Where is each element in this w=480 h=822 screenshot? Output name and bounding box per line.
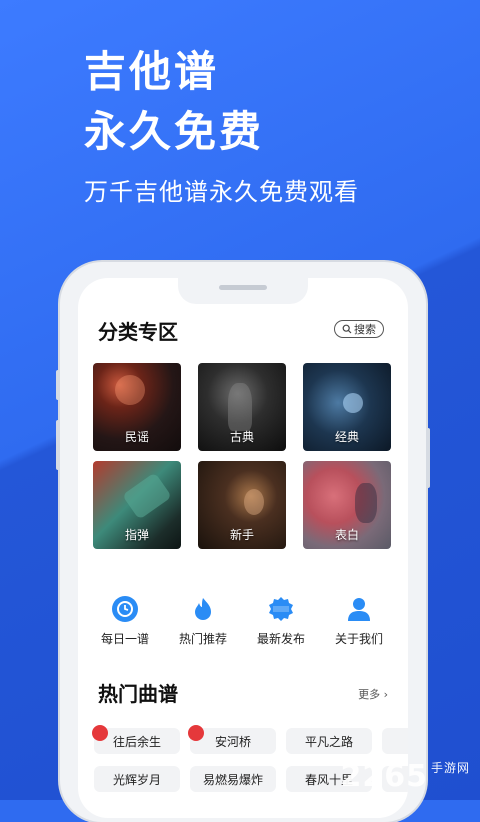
quick-label: 最新发布 [256,632,305,646]
song-chip[interactable]: 易燃易爆炸 [190,766,276,792]
flame-icon [190,596,216,622]
search-label: 搜索 [354,323,376,336]
tile-beginner[interactable]: 新手 [198,461,286,549]
tile-classical[interactable]: 古典 [198,363,286,451]
category-title: 分类专区 [98,320,178,344]
tile-fingerstyle[interactable]: 指弹 [93,461,181,549]
song-chip[interactable]: 往后余生 [92,725,180,754]
search-icon [342,324,352,334]
song-chip[interactable]: 光辉岁月 [94,766,180,792]
hero-title-line2: 永久免费 [84,107,265,156]
quick-label: 每日一谱 [100,632,149,646]
phone-notch [178,278,308,304]
user-icon [346,596,372,622]
hot-badge-icon [188,725,204,741]
tile-label: 经典 [334,430,359,444]
phone-speaker [219,285,267,290]
hot-title: 热门曲谱 [98,682,178,706]
quick-hot[interactable]: 热门推荐 [168,596,238,647]
phone-button-left-1 [56,370,60,400]
tile-label: 新手 [229,528,254,542]
tile-classic[interactable]: 经典 [303,363,391,451]
more-link[interactable]: 更多 › [358,686,388,702]
tile-label: 民谣 [124,430,149,444]
more-label: 更多 [358,688,381,701]
quick-label: 关于我们 [334,632,383,646]
clock-icon [112,596,138,622]
new-badge-icon [268,596,294,622]
hot-badge-icon [92,725,108,741]
hero-title-line1: 吉他谱 [84,47,220,96]
watermark: 2265 手游网 [340,759,470,794]
phone-screen: 分类专区 搜索 民谣 古典 经典 指弹 新手 表白 每日一谱 热门推荐 最新发布… [78,278,408,818]
chevron-right-icon: › [383,688,388,701]
song-chip[interactable]: 安河桥 [188,725,276,754]
quick-label: 热门推荐 [178,632,227,646]
phone-button-right [426,428,430,488]
tile-folk[interactable]: 民谣 [93,363,181,451]
hero-subtitle: 万千吉他谱永久免费观看 [84,178,359,206]
song-chip[interactable]: 平凡之路 [286,728,372,754]
quick-daily[interactable]: 每日一谱 [90,596,160,647]
search-button[interactable]: 搜索 [334,320,384,338]
tile-confession[interactable]: 表白 [303,461,391,549]
phone-button-left-2 [56,420,60,470]
tile-label: 表白 [334,528,359,542]
quick-about[interactable]: 关于我们 [324,596,394,647]
quick-new[interactable]: 最新发布 [246,596,316,647]
tile-label: 指弹 [124,528,149,542]
tile-label: 古典 [229,430,254,444]
song-chip-partial[interactable] [382,728,408,754]
